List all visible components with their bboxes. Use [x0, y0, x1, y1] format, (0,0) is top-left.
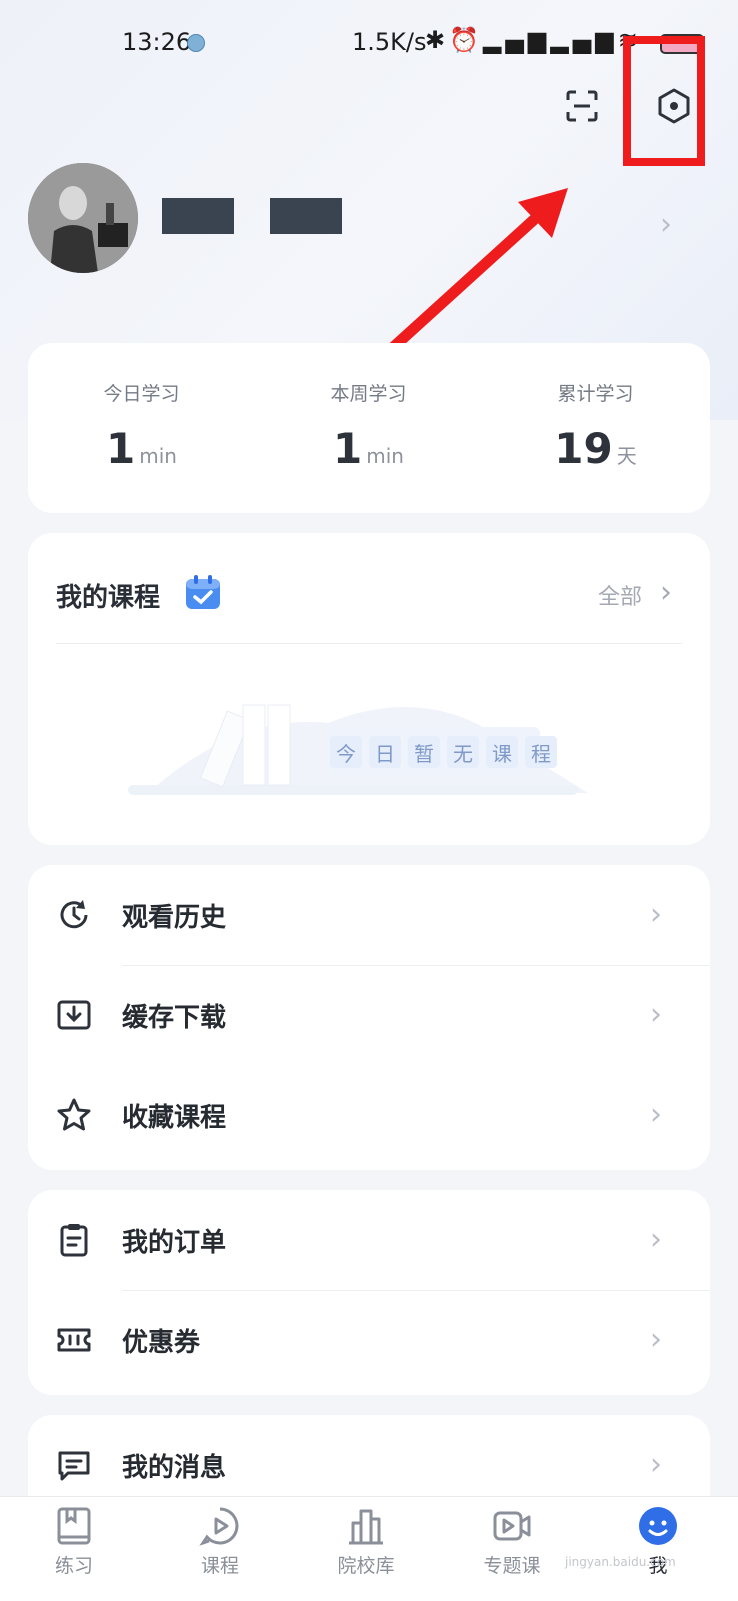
stat-total: 累计学习 19 天 — [482, 343, 709, 473]
chevron-right-icon: › — [650, 997, 662, 1032]
stat-unit: min — [139, 444, 177, 468]
section-title: 我的课程 — [56, 583, 161, 613]
chevron-right-icon: › — [650, 1322, 662, 1357]
empty-state-text: 今 日 暂 无 课 程 — [330, 736, 557, 768]
menu-item-favorites[interactable]: 收藏课程 › — [28, 1065, 710, 1165]
scan-icon — [566, 90, 598, 122]
tab-practice[interactable]: 练习 — [14, 1505, 134, 1578]
divider — [56, 643, 682, 644]
chevron-right-icon: › — [650, 1447, 662, 1482]
menu-item-download[interactable]: 缓存下载 › — [28, 965, 710, 1065]
study-stats-card: 今日学习 1 min 本周学习 1 min 累计学习 19 天 — [28, 343, 710, 513]
my-courses-card: 我的课程 全部 › 今 日 暂 无 课 程 — [28, 533, 710, 845]
tab-label: 专题课 — [483, 1555, 541, 1577]
empty-char: 课 — [486, 736, 518, 768]
bluetooth-icon: ✱ — [425, 26, 450, 54]
menu-label: 优惠券 — [122, 1328, 201, 1358]
empty-char: 程 — [525, 736, 557, 768]
clipboard-icon — [60, 1224, 88, 1257]
annotation-highlight-box — [623, 36, 705, 166]
avatar[interactable] — [28, 163, 138, 273]
chevron-right-icon: › — [650, 1097, 662, 1132]
tab-topics[interactable]: 专题课 — [452, 1505, 572, 1578]
chevron-right-icon[interactable]: › — [660, 210, 672, 240]
chevron-right-icon[interactable]: › — [660, 575, 672, 610]
empty-char: 无 — [447, 736, 479, 768]
stat-unit: 天 — [616, 444, 637, 468]
scan-button[interactable] — [556, 80, 608, 132]
stat-today: 今日学习 1 min — [28, 343, 255, 473]
star-icon — [57, 1098, 91, 1131]
signal-icon: ▂▄▆ — [483, 26, 551, 54]
status-time: 13:26 — [122, 28, 192, 56]
menu-item-coupons[interactable]: 优惠券 › — [28, 1290, 710, 1390]
download-icon — [57, 1000, 91, 1030]
stat-unit: min — [366, 444, 404, 468]
tab-label: 练习 — [54, 1555, 93, 1577]
empty-char: 今 — [330, 736, 362, 768]
menu-label: 收藏课程 — [122, 1103, 227, 1133]
watermark: jingyan.baidu.com — [565, 1555, 676, 1569]
chevron-right-icon: › — [650, 1222, 662, 1257]
notification-icon — [187, 34, 205, 52]
system-icons: ✱⏰▂▄▆▂▄▆≋ — [425, 26, 642, 54]
coupon-icon — [57, 1328, 91, 1352]
play-bubble-icon — [199, 1507, 239, 1546]
alarm-icon: ⏰ — [449, 26, 483, 54]
menu-group-orders: 我的订单 › 优惠券 › — [28, 1190, 710, 1395]
book-icon — [57, 1507, 91, 1545]
tab-label: 课程 — [200, 1555, 239, 1577]
signal-icon: ▂▄▆ — [550, 26, 618, 54]
stat-value: 19 — [554, 424, 613, 473]
menu-label: 缓存下载 — [122, 1003, 227, 1033]
menu-label: 我的消息 — [122, 1453, 227, 1483]
username-redacted — [270, 198, 342, 234]
tab-label: 院校库 — [337, 1555, 395, 1577]
menu-label: 我的订单 — [122, 1228, 227, 1258]
building-icon — [349, 1509, 383, 1545]
profile-face-icon — [639, 1507, 677, 1545]
menu-label: 观看历史 — [122, 903, 227, 933]
stat-week: 本周学习 1 min — [255, 343, 482, 473]
stat-label: 本周学习 — [330, 383, 407, 405]
menu-item-orders[interactable]: 我的订单 › — [28, 1190, 710, 1290]
stat-label: 今日学习 — [103, 383, 180, 405]
bottom-tab-bar: 练习 课程 院校库 专题课 我 — [0, 1496, 738, 1601]
avatar-photo — [28, 163, 138, 273]
stat-value: 1 — [333, 424, 363, 473]
annotation-arrow — [384, 188, 568, 357]
video-camera-icon — [493, 1511, 531, 1541]
menu-item-history[interactable]: 观看历史 › — [28, 865, 710, 965]
tab-schools[interactable]: 院校库 — [306, 1505, 426, 1578]
empty-char: 日 — [369, 736, 401, 768]
empty-char: 暂 — [408, 736, 440, 768]
history-clock-icon — [60, 900, 88, 929]
network-speed: 1.5K/s — [352, 28, 427, 56]
tab-courses[interactable]: 课程 — [160, 1505, 280, 1578]
username-redacted — [162, 198, 234, 234]
calendar-check-icon — [186, 575, 220, 609]
view-all-link[interactable]: 全部 — [598, 579, 642, 611]
message-icon — [58, 1451, 90, 1481]
stat-label: 累计学习 — [557, 383, 634, 405]
chevron-right-icon: › — [650, 897, 662, 932]
stat-value: 1 — [106, 424, 136, 473]
menu-group-media: 观看历史 › 缓存下载 › 收藏课程 › — [28, 865, 710, 1170]
